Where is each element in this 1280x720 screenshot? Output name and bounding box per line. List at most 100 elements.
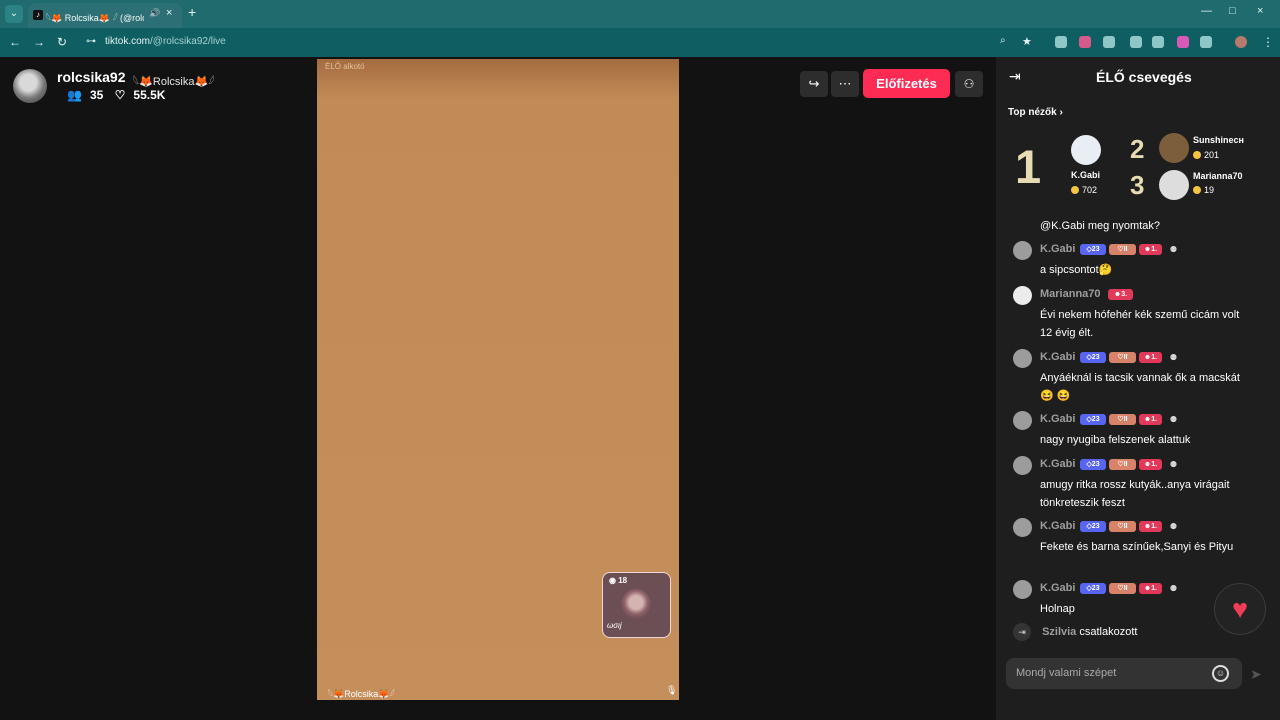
viewer-coins: 201 [1193, 150, 1219, 160]
message-user[interactable]: K.Gabi [1040, 243, 1075, 255]
level-badge: ♡II [1109, 244, 1136, 255]
level-badge: ♡II [1109, 459, 1136, 470]
viewer-rank: 3 [1130, 170, 1145, 200]
message-text: amugy ritka rossz kutyák..anya virágait … [1040, 479, 1230, 509]
message-user[interactable]: K.Gabi [1040, 582, 1075, 594]
likes-count: 55.5K [133, 88, 166, 102]
chat-list[interactable]: @K.Gabi meg nyomtak? K.Gabi ◇23 ♡II ☻1. … [996, 211, 1280, 641]
guest-name: ωσιj [607, 621, 622, 630]
level-badge: ♡II [1109, 352, 1136, 363]
guest-video[interactable]: ◉ 18 ωσιj [602, 572, 671, 638]
audio-icon[interactable]: 🔊 [149, 8, 160, 19]
team-icon: ⚉ [1169, 245, 1178, 254]
diamond-icon: ◉ [609, 576, 616, 585]
viewers-icon: 👥 [67, 88, 82, 102]
avatar[interactable] [1013, 349, 1032, 368]
level-badge: ♡II [1109, 414, 1136, 425]
reload-icon[interactable]: ↻ [57, 35, 67, 49]
join-icon: ⇥ [1013, 623, 1031, 641]
minimize-icon[interactable]: — [1201, 5, 1212, 17]
zoom-icon[interactable]: ⌕ [1000, 35, 1006, 46]
message-text: Anyáéknál is tacsik vannak ők a macskát😆… [1040, 372, 1240, 402]
avatar[interactable] [1013, 456, 1032, 475]
menu-icon[interactable]: ⋮ [1262, 35, 1274, 49]
extension-icon[interactable] [1055, 36, 1067, 48]
message-user[interactable]: K.Gabi [1040, 520, 1075, 532]
maximize-icon[interactable]: □ [1229, 5, 1236, 17]
team-icon: ⚉ [1169, 415, 1178, 424]
joined-user[interactable]: Szilvia [1042, 626, 1076, 638]
forward-icon[interactable]: → [33, 35, 45, 49]
address-url[interactable]: tiktok.com/@rolcsika92/live [105, 36, 226, 47]
user-settings-icon[interactable]: ⚇ [955, 71, 983, 97]
tab-list-icon[interactable]: ⌄ [5, 5, 23, 23]
host-username[interactable]: rolcsika92 [57, 69, 126, 85]
avatar[interactable] [1013, 411, 1032, 430]
fan-badge: ◇23 [1080, 244, 1106, 255]
team-icon: ⚉ [1169, 522, 1178, 531]
site-info-icon[interactable]: ⊶ [86, 36, 96, 47]
subscribe-button[interactable]: Előfizetés [863, 69, 950, 98]
close-window-icon[interactable]: × [1257, 5, 1263, 17]
send-icon[interactable]: ➤ [1250, 666, 1262, 683]
viewer-avatar[interactable] [1159, 170, 1189, 200]
bookmark-star-icon[interactable]: ★ [1022, 35, 1032, 48]
profile-icon[interactable] [1235, 36, 1247, 48]
share-icon[interactable]: ↪ [800, 71, 828, 97]
team-icon: ⚉ [1169, 460, 1178, 469]
viewer-name: K.Gabi [1071, 170, 1101, 180]
viewer-avatar[interactable] [1071, 135, 1101, 165]
viewer-name: Marianna70 [1193, 171, 1243, 181]
avatar[interactable] [1013, 286, 1032, 305]
more-icon[interactable]: ⋯ [831, 71, 859, 97]
chat-input[interactable]: Mondj valami szépet [1006, 658, 1242, 689]
message-user[interactable]: K.Gabi [1040, 458, 1075, 470]
chat-title: ÉLŐ csevegés [1096, 69, 1192, 85]
fan-badge: ◇23 [1080, 583, 1106, 594]
message-user[interactable]: Marianna70 [1040, 288, 1101, 300]
message-text: @K.Gabi meg nyomtak? [1040, 220, 1160, 232]
top-viewers-link[interactable]: Top nézők › [1008, 107, 1063, 118]
live-stats: 👥 35 ♡ 55.5K [67, 88, 173, 102]
viewer-coins: 702 [1071, 185, 1097, 195]
emoji-icon[interactable]: ☺ [1212, 665, 1229, 682]
close-tab-icon[interactable]: × [166, 7, 172, 19]
avatar[interactable] [1013, 580, 1032, 599]
mute-icon[interactable]: 🎙 [666, 685, 677, 696]
live-video[interactable]: ÉLŐ alkotó ◉ 18 ωσιj 𓆩🦊Rolcsika🦊𓆪 🎙 [317, 59, 679, 700]
message-text: Fekete és barna színűek,Sanyi és Pityu [1040, 541, 1234, 553]
viewer-name: Sunshinecн [1193, 135, 1244, 145]
extension-icon[interactable] [1152, 36, 1164, 48]
message-user[interactable]: K.Gabi [1040, 351, 1075, 363]
extension-icon[interactable] [1130, 36, 1142, 48]
heart-like-button[interactable]: ♥ [1214, 583, 1266, 635]
avatar[interactable] [1013, 518, 1032, 537]
collapse-chat-icon[interactable]: ⇥ [1009, 68, 1021, 85]
extension-icon[interactable] [1079, 36, 1091, 48]
guest-count: ◉ 18 [609, 576, 628, 585]
avatar[interactable] [13, 69, 47, 103]
message-user[interactable]: K.Gabi [1040, 413, 1075, 425]
extensions-icon[interactable] [1200, 36, 1212, 48]
new-tab-icon[interactable]: + [188, 4, 196, 20]
heart-icon: ♡ [114, 88, 126, 102]
join-notification: ⇥ Szilvia csatlakozott [1013, 623, 1137, 641]
rank-badge: ☻1. [1139, 459, 1162, 470]
joined-text: csatlakozott [1079, 626, 1138, 638]
browser-addressbar: ← → ↻ ⊶ tiktok.com/@rolcsika92/live ⌕ ★ … [0, 28, 1280, 57]
browser-tab[interactable]: ♪ 𓆩🦊 Rolcsika🦊 𓆪 (@rolcsika92) 🔊 × [28, 3, 182, 28]
tiktok-favicon: ♪ [33, 10, 43, 20]
rank-badge: ☻1. [1139, 521, 1162, 532]
viewer-avatar[interactable] [1159, 133, 1189, 163]
extension-icon[interactable] [1177, 36, 1189, 48]
rank-badge: ☻1. [1139, 352, 1162, 363]
back-icon[interactable]: ← [9, 35, 21, 49]
host-display-name: 𓆩🦊Rolcsika🦊𓆪 [133, 76, 215, 88]
viewer-rank: 2 [1130, 134, 1145, 164]
avatar[interactable] [1013, 241, 1032, 260]
viewer-count: 35 [89, 88, 104, 102]
guest-avatar [621, 589, 651, 619]
viewer-rank: 1 [1015, 140, 1042, 193]
coin-icon [1193, 186, 1201, 194]
extension-icon[interactable] [1103, 36, 1115, 48]
